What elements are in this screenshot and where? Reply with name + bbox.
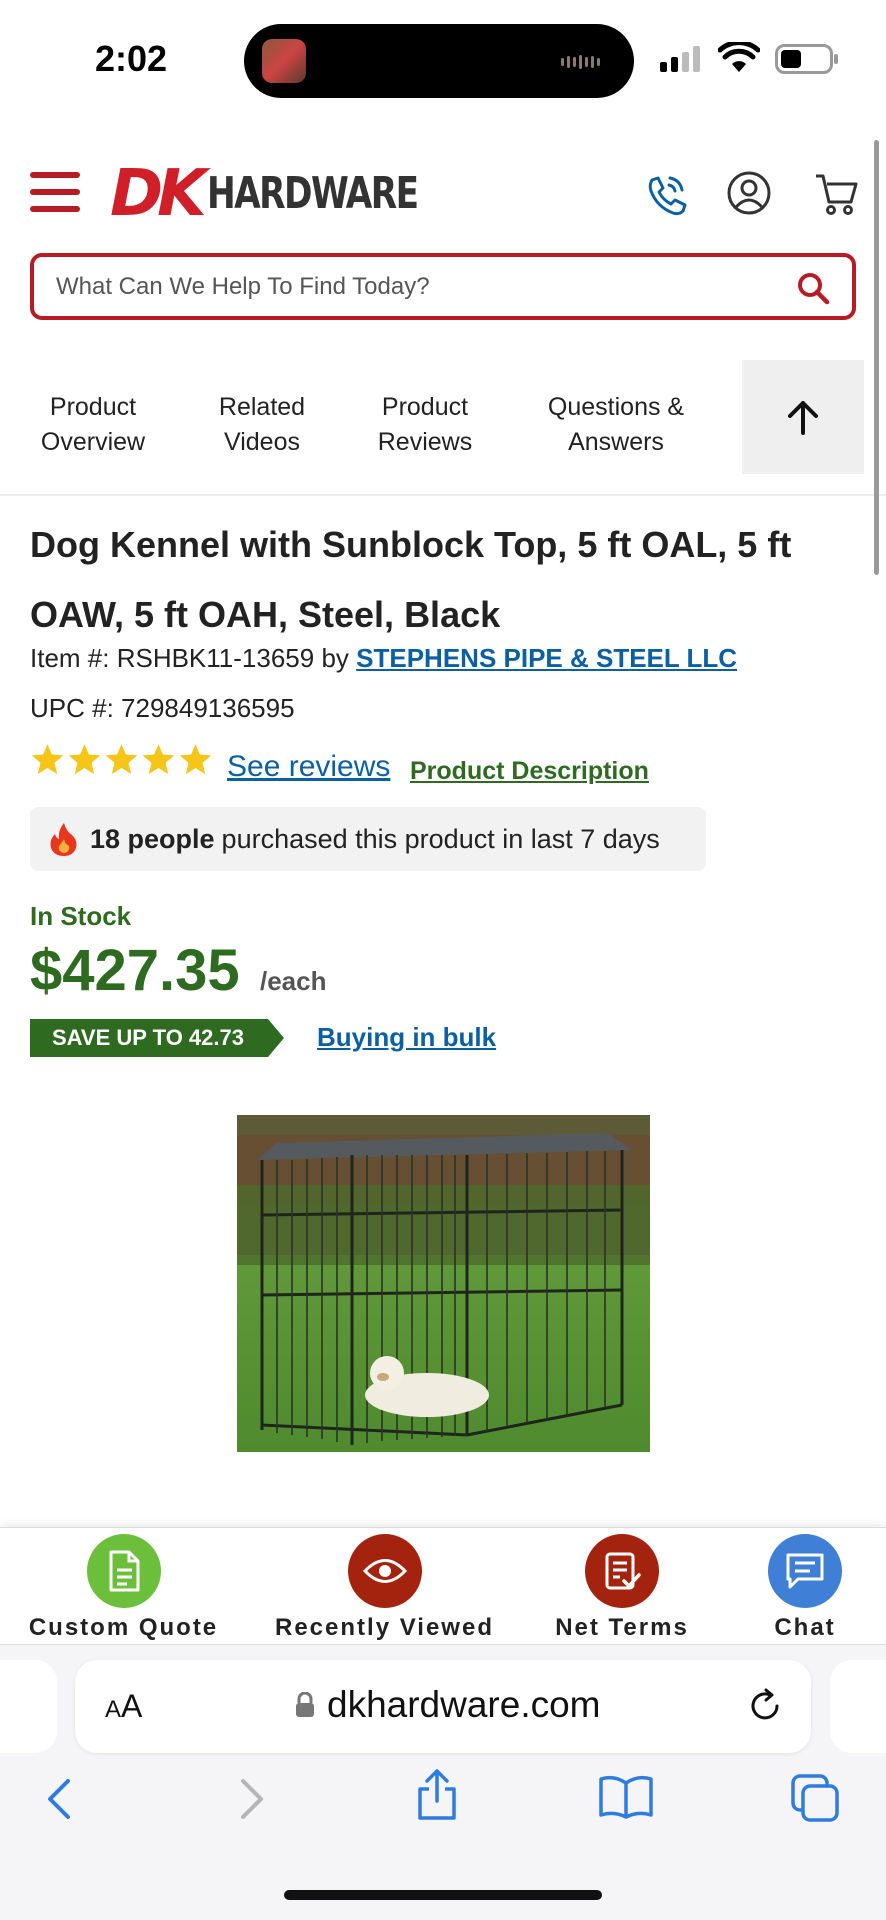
forward-icon[interactable] (237, 1777, 267, 1821)
tab-questions-answers[interactable]: Questions & Answers (530, 390, 702, 460)
price-unit: /each (260, 966, 327, 996)
invoice-check-icon (585, 1534, 659, 1608)
chat-label: Chat (774, 1614, 836, 1641)
search-icon[interactable] (796, 271, 830, 305)
text-size-button[interactable]: AA (105, 1688, 142, 1725)
wifi-icon (718, 42, 760, 72)
see-reviews-link[interactable]: See reviews (227, 750, 390, 784)
lock-icon (296, 1692, 314, 1717)
custom-quote-button[interactable]: Custom Quote (26, 1534, 221, 1642)
product-description-link[interactable]: Product Description (410, 757, 649, 786)
tab-product-overview[interactable]: Product Overview (28, 390, 158, 460)
site-header: DK HARDWARE (0, 150, 886, 250)
tab-product-reviews[interactable]: Product Reviews (360, 390, 490, 460)
next-tab-preview[interactable] (830, 1660, 886, 1753)
upc-number: UPC #: 729849136595 (30, 693, 295, 723)
search-bar (30, 253, 856, 320)
star-icon (105, 744, 138, 775)
eye-icon (347, 1534, 422, 1608)
net-terms-label: Net Terms (555, 1614, 689, 1641)
url-text: dkhardware.com (327, 1684, 601, 1725)
purchase-activity-badge: 18 people purchased this product in last… (30, 807, 706, 871)
back-icon[interactable] (44, 1777, 74, 1821)
quick-action-bar: Custom Quote Recently Viewed Net Terms C… (0, 1527, 886, 1645)
net-terms-button[interactable]: Net Terms (547, 1534, 697, 1642)
browser-toolbar: AA dkhardware.com (0, 1644, 886, 1920)
product-title: Dog Kennel with Sunblock Top, 5 ft OAL, … (30, 524, 792, 635)
save-badge: SAVE UP TO 42.73 (30, 1019, 284, 1057)
logo-wordmark: HARDWARE (206, 168, 419, 219)
previous-tab-preview[interactable] (0, 1660, 57, 1753)
buying-in-bulk-link[interactable]: Buying in bulk (317, 1022, 496, 1053)
custom-quote-label: Custom Quote (28, 1614, 219, 1641)
divider (0, 494, 886, 496)
cart-icon[interactable] (814, 170, 858, 216)
address-bar[interactable]: AA dkhardware.com (75, 1660, 811, 1753)
star-icon (68, 744, 101, 775)
product-price: $427.35 (30, 938, 240, 1003)
purchase-text: purchased this product in last 7 days (221, 823, 660, 854)
star-icon (179, 744, 212, 775)
menu-icon[interactable] (30, 172, 80, 214)
stock-status: In Stock (30, 901, 132, 931)
star-icon (31, 744, 64, 775)
search-input[interactable] (56, 272, 756, 301)
reload-icon[interactable] (745, 1686, 785, 1726)
phone-icon[interactable] (640, 170, 690, 220)
item-number: Item #: RSHBK11-13659 by (30, 643, 349, 673)
product-image[interactable] (237, 1115, 650, 1452)
scroll-top-button[interactable] (742, 360, 864, 474)
tabs-icon[interactable] (790, 1773, 840, 1823)
tab-related-videos[interactable]: Related Videos (197, 390, 327, 460)
purchase-count: 18 people (90, 823, 215, 854)
dynamic-island (244, 24, 634, 98)
home-indicator[interactable] (284, 1890, 602, 1900)
logo-dk: DK (110, 157, 207, 231)
site-logo[interactable]: DK HARDWARE (110, 162, 477, 226)
flame-icon (50, 823, 77, 856)
rating-stars (30, 742, 213, 777)
chat-button[interactable]: Chat (760, 1534, 850, 1642)
chat-icon (768, 1534, 842, 1608)
recently-viewed-button[interactable]: Recently Viewed (272, 1534, 497, 1642)
item-number-line: Item #: RSHBK11-13659 by STEPHENS PIPE &… (30, 643, 737, 674)
save-badge-text: SAVE UP TO 42.73 (52, 1025, 244, 1050)
url-display[interactable]: dkhardware.com (295, 1684, 601, 1726)
document-icon (86, 1534, 161, 1608)
product-section-tabs: Product Overview Related Videos Product … (0, 360, 886, 475)
brand-link[interactable]: STEPHENS PIPE & STEEL LLC (356, 643, 737, 673)
share-icon[interactable] (415, 1767, 459, 1821)
battery-icon (775, 44, 838, 74)
arrow-up-icon (788, 401, 818, 435)
star-icon (142, 744, 175, 775)
audio-wave-icon (561, 55, 600, 69)
cellular-signal-icon (660, 46, 700, 72)
bookmarks-icon[interactable] (598, 1775, 654, 1819)
now-playing-thumbnail (262, 39, 306, 83)
page-scrollbar[interactable] (874, 140, 879, 575)
status-time: 2:02 (95, 38, 168, 79)
recently-viewed-label: Recently Viewed (275, 1614, 494, 1641)
status-bar: 2:02 (0, 0, 886, 120)
account-icon[interactable] (726, 170, 772, 216)
